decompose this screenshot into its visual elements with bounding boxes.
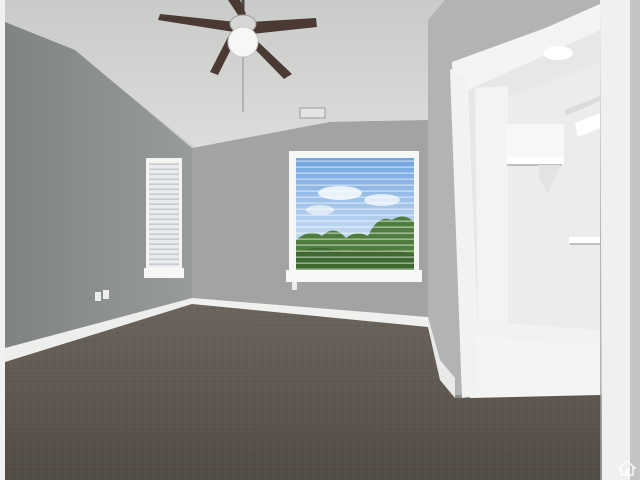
ceiling-vent: [299, 107, 326, 119]
right-edge-wall: [630, 0, 640, 480]
wall-outlet: [292, 282, 297, 290]
bedroom-photo: [0, 0, 640, 480]
left-window: [144, 158, 184, 278]
door-frame: [600, 0, 630, 480]
left-edge-trim: [0, 0, 5, 480]
fan-light: [227, 26, 259, 58]
wall-outlet: [95, 292, 101, 301]
closet-light: [543, 46, 573, 60]
back-window: [286, 151, 422, 282]
wall-outlet: [103, 290, 109, 299]
house-icon: [618, 460, 636, 476]
